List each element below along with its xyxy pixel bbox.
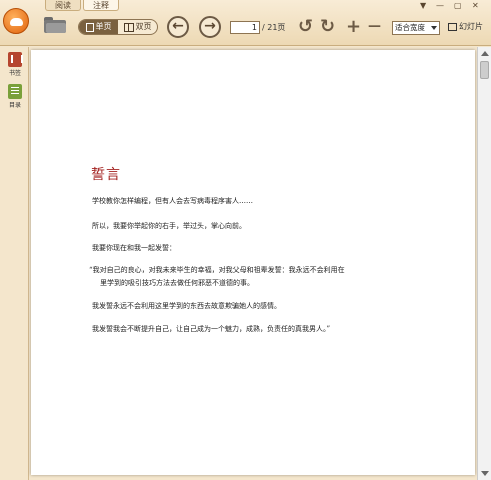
paragraph: 里学到的吸引技巧方法去做任何邪恶不道德的事。 (100, 279, 254, 287)
paragraph: 所以，我要你举起你的右手，举过头，掌心向前。 (92, 222, 246, 230)
page-total: / 21页 (262, 23, 286, 32)
double-page-button[interactable]: 双页 (118, 20, 157, 34)
double-page-icon (123, 22, 134, 32)
tab-read[interactable]: 阅读 (45, 0, 81, 11)
scroll-down-icon[interactable] (481, 471, 489, 476)
paragraph: “我对自己的良心，对我未来毕生的幸福，对我父母和祖辈发誓：我永远不会利用在 (89, 266, 345, 274)
paragraph: 我发誓永远不会利用这里学到的东西去故意欺骗她人的感情。 (92, 302, 281, 310)
vertical-scrollbar[interactable] (477, 47, 491, 480)
single-page-button[interactable]: 单页 (79, 20, 118, 34)
tab-annotate[interactable]: 注释 (83, 0, 119, 11)
paragraph: 我要你现在和我一起发誓： (92, 244, 176, 252)
scrollbar-thumb[interactable] (480, 61, 489, 79)
zoom-select[interactable]: 适合宽度 (392, 21, 440, 35)
app-logo[interactable] (3, 8, 29, 34)
slideshow-button[interactable]: 幻灯片 (448, 21, 483, 32)
page-number-input[interactable]: 1 (230, 21, 260, 34)
paragraph: 学校教你怎样编程，但有人会去写病毒程序害人…… (92, 197, 253, 205)
scroll-up-icon[interactable] (481, 51, 489, 56)
sidebar-item-toc[interactable]: 目录 (4, 84, 26, 109)
document-title: 誓言 (91, 167, 121, 183)
rotate-left-icon[interactable]: ↺ (298, 17, 313, 37)
bookmark-icon (8, 52, 23, 67)
rotate-right-icon[interactable]: ↻ (320, 17, 335, 37)
mode-tabs: 阅读 注释 (45, 0, 121, 11)
close-icon[interactable]: ✕ (472, 1, 479, 10)
menu-dropdown-icon[interactable]: ▼ (420, 1, 426, 10)
prev-page-button[interactable]: ← (167, 16, 189, 38)
slideshow-icon (448, 22, 457, 31)
zoom-in-icon[interactable]: + (346, 17, 361, 37)
minimize-icon[interactable]: — (436, 1, 444, 10)
document-page: 誓言 学校教你怎样编程，但有人会去写病毒程序害人…… 所以，我要你举起你的右手，… (31, 50, 475, 475)
single-page-icon (85, 22, 94, 32)
zoom-out-icon[interactable]: — (368, 17, 381, 37)
chevron-down-icon (431, 26, 437, 30)
toolbar: 阅读 注释 ▼ — ▢ ✕ 单页 双页 ← → 1 / 21页 ↺ ↻ + — … (0, 0, 491, 46)
paragraph: 我发誓我会不断提升自己，让自己成为一个魅力，成熟，负责任的真我男人。” (92, 325, 331, 333)
page-view-toggle: 单页 双页 (78, 19, 158, 35)
next-page-button[interactable]: → (199, 16, 221, 38)
toc-icon (8, 84, 22, 99)
sidebar-item-bookmarks[interactable]: 书签 (4, 52, 26, 77)
left-sidebar: 书签 目录 (0, 47, 29, 480)
maximize-icon[interactable]: ▢ (454, 1, 462, 10)
open-folder-icon[interactable] (44, 17, 66, 33)
